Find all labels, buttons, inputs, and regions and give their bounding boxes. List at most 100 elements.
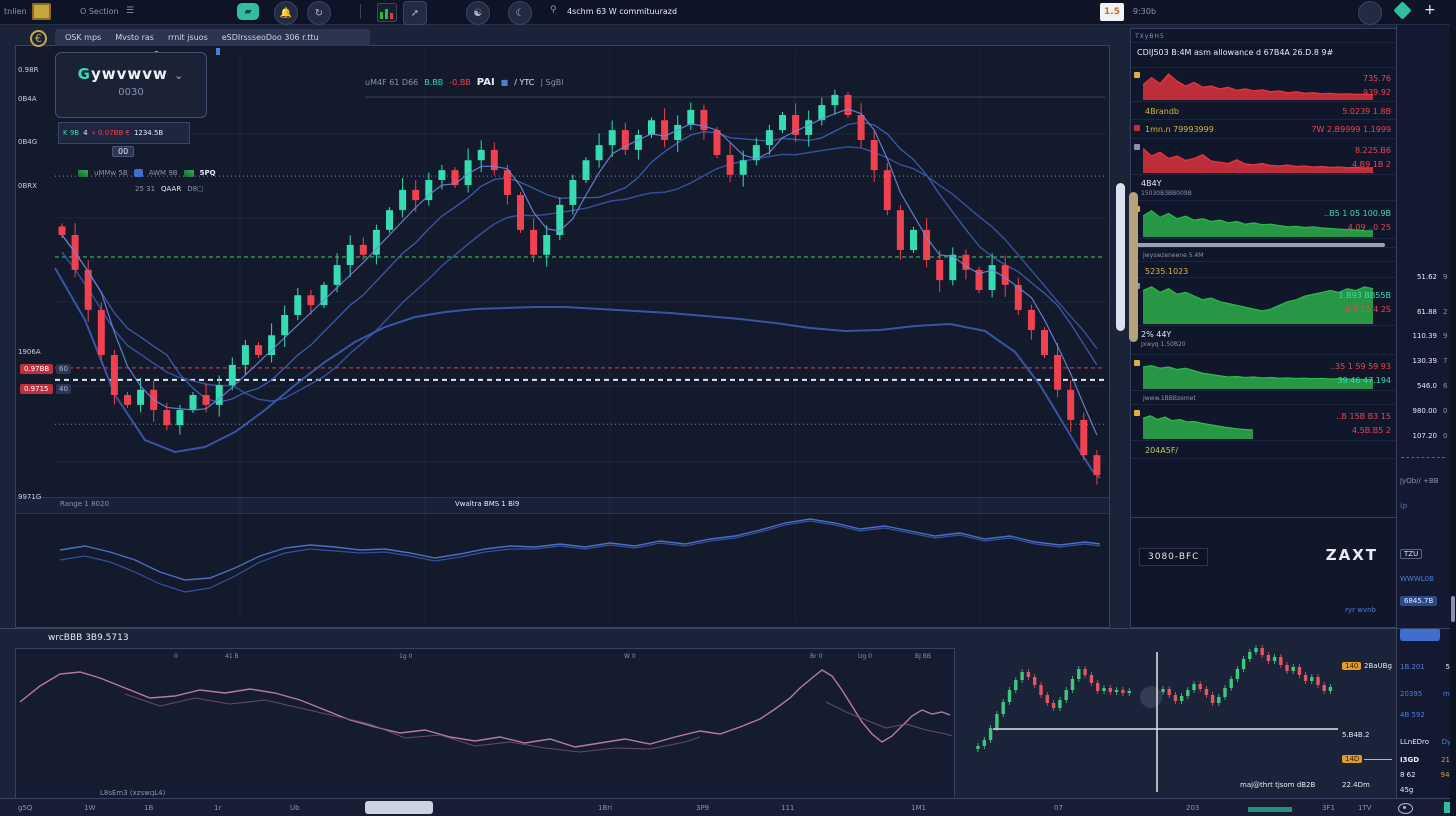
legend-text: | SgBl — [540, 78, 563, 87]
spark-up-icon — [78, 170, 88, 177]
symbol-dropdown[interactable]: Gywvwvw ⌄ 0030 — [55, 52, 207, 118]
chart-vertical-scrollbar[interactable] — [1116, 183, 1125, 331]
ohlc-readout: K 9B 4 « 0.07BB € 1234.5B — [58, 122, 190, 144]
share-icon[interactable]: ➚ — [403, 1, 427, 25]
price-scale-label: 0BRX — [18, 182, 37, 190]
time-tick: 1M1 — [911, 804, 926, 812]
indicator-axis-tick: 41 B — [225, 653, 239, 660]
indicator-axis-tick: W 0 — [624, 653, 636, 660]
charts-canvas[interactable] — [0, 0, 1456, 816]
time-tick: 07 — [1054, 804, 1063, 812]
price-scale-label: 9971G — [18, 493, 41, 501]
indicator-axis-tick: BJ BB — [915, 653, 931, 660]
legend-text: 25 31 — [135, 185, 155, 193]
mini-price-badge: 140 — [1342, 662, 1361, 670]
price-scale-label: 0.98R — [18, 66, 38, 74]
chart-thumbnail-icon[interactable] — [377, 3, 397, 22]
page-scrollbar-track[interactable] — [1450, 24, 1456, 816]
spark-up-icon — [184, 170, 194, 177]
price-tag: 0.9715 — [20, 384, 53, 394]
chat-button[interactable]: ▰ — [237, 3, 259, 20]
mini-level-line — [1364, 759, 1392, 760]
time-tick: 1r — [214, 804, 221, 812]
top-toolbar: tnlien O Section ☰ ▰ 🔔 ↻ ➚ ☯ ☾ ⚲ 4schm 6… — [0, 0, 1456, 25]
user-icon[interactable]: ☾ — [508, 1, 532, 25]
globe-icon[interactable]: ☯ — [466, 1, 490, 25]
time-tick: 1W — [84, 804, 95, 812]
mini-price-badge: 14D — [1342, 755, 1362, 763]
symbol-name: ywvwvw — [91, 65, 168, 83]
time-tick: 1TV — [1358, 804, 1372, 812]
interval-badge[interactable]: 00 — [112, 146, 134, 157]
add-button[interactable]: + — [1424, 2, 1436, 18]
news-logo-icon[interactable]: 1.5 — [1100, 3, 1124, 21]
mini-price-label: 22.4Dm — [1342, 781, 1370, 789]
time-tick: g5Q — [18, 804, 32, 812]
price-scale-label: 0B4A — [18, 95, 37, 103]
legend-text: ■ — [501, 78, 509, 87]
ohlc-cell-2: « 0.07BB € — [92, 129, 130, 137]
legend-text: -0.BB — [449, 78, 471, 87]
chevron-down-icon[interactable]: ⌄ — [174, 69, 184, 82]
price-tag: 0.97BB — [20, 364, 53, 374]
page-scrollbar-thumb[interactable] — [1451, 596, 1455, 622]
avatar[interactable] — [1358, 1, 1382, 25]
indicator-legend-2[interactable]: 25 31 QAAR D8▢ — [135, 185, 204, 193]
session-marker — [1248, 807, 1292, 812]
refresh-icon[interactable]: ↻ — [307, 1, 331, 25]
indicator-legend-1[interactable]: uMMw 5BAWM 9B5PQ — [78, 169, 216, 177]
menu-icon[interactable]: ☰ — [126, 6, 134, 16]
price-tag-sub: 60 — [56, 364, 71, 374]
bell-icon[interactable]: 🔔 — [274, 1, 298, 25]
time-scrollbar-thumb[interactable] — [365, 801, 433, 814]
tab-item-2[interactable]: rrnit jsuos — [168, 33, 208, 42]
time-tick: 111 — [781, 804, 794, 812]
connection-status-text: 4schm 63 W commituurazd — [567, 7, 677, 16]
tab-item-0[interactable]: OSK mps — [65, 33, 101, 42]
indicator-axis-tick: 1g 0 — [399, 653, 412, 660]
legend-text: 5PQ — [200, 169, 216, 177]
diamond-icon[interactable] — [1393, 1, 1411, 19]
mini-price-label: 5.B4B.2 — [1342, 731, 1369, 739]
tab-marker — [216, 48, 220, 55]
mini-chart-caption: maj@thrt tjsom dB2B — [1240, 781, 1315, 789]
tab-item-3[interactable]: eSDIrssseoDoo 306 r.ttu — [222, 33, 319, 42]
mini-price-label: 2BaUBg — [1364, 662, 1392, 670]
indicator-title: wrcBBB 3B9.5713 — [48, 633, 129, 643]
indicator-axis-tick: Ug 0 — [858, 653, 872, 660]
price-scale-label: 0B4G — [18, 138, 37, 146]
legend-text: QAAR — [161, 185, 181, 193]
tab-item-1[interactable]: Mvsto ras — [115, 33, 154, 42]
symbol-code: 0030 — [56, 87, 206, 98]
time-tick: 203 — [1186, 804, 1199, 812]
legend-text: uM4F 61 D66 — [365, 78, 418, 87]
time-tick: 1Bri — [598, 804, 612, 812]
eye-icon[interactable] — [1398, 803, 1413, 814]
legend-text: D8▢ — [187, 185, 203, 193]
ohlc-cell-0: K 9B — [63, 129, 79, 137]
indicator-axis-tick: 0 — [174, 653, 178, 660]
range-label: Range 1 8020 — [60, 500, 109, 508]
indicator-chip-icon — [134, 169, 143, 177]
legend-text: uMMw 5B — [94, 169, 128, 177]
time-tick: 1B — [144, 804, 153, 812]
gold-grid-icon[interactable] — [32, 3, 51, 20]
time-tick: 3F1 — [1322, 804, 1335, 812]
price-tag-sub: 40 — [56, 384, 71, 394]
toolbar-divider — [360, 4, 361, 19]
time-tick: Ub — [290, 804, 300, 812]
section-label[interactable]: O Section — [80, 7, 119, 16]
sidebar-vertical-scrollbar[interactable] — [1129, 192, 1138, 342]
chart-title-legend: uM4F 61 D66B.BB-0.BBPAI■/ YTC| SgBl — [365, 77, 563, 88]
ohlc-cell-3: 1234.5B — [134, 129, 163, 137]
price-scale-label: 1906A — [18, 348, 41, 356]
legend-text: PAI — [477, 77, 495, 88]
trading-terminal: TXyBH5CDIJ503 B:4M asm allowance d 67B4A… — [0, 0, 1456, 816]
clock-label: 9:30b — [1133, 7, 1156, 16]
ohlc-cell-1: 4 — [83, 129, 87, 137]
time-axis: g5Q1W1B1rUb1Bri3P91111M1072033F11TV — [0, 798, 1456, 816]
chart-tabbar: OSK mps Mvsto ras rrnit jsuos eSDIrssseoDoo… — [55, 29, 370, 46]
coin-logo-icon: € — [30, 30, 47, 47]
pin-icon[interactable]: ⚲ — [550, 5, 557, 15]
app-logo: tnlien — [4, 7, 27, 16]
